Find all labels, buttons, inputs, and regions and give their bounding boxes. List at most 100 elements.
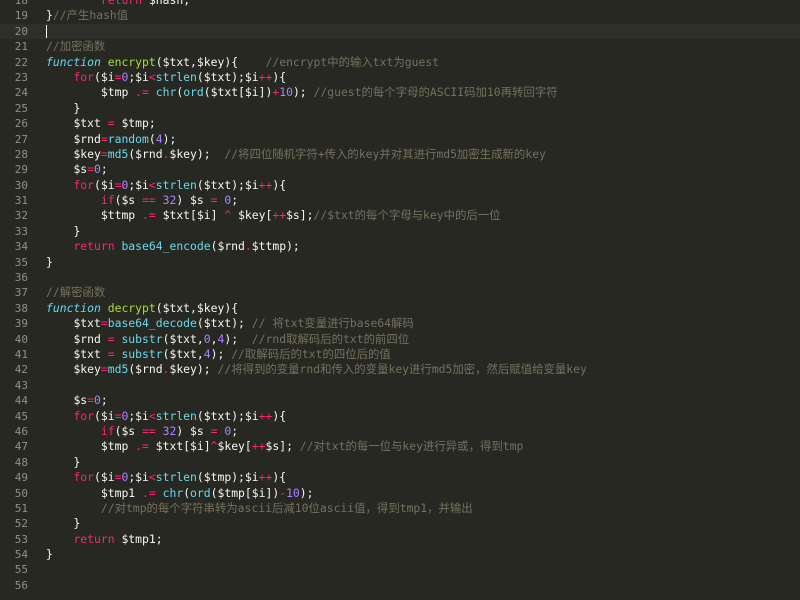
- line-code: $txt = $tmp;: [46, 116, 155, 131]
- code-line[interactable]: 26 $txt = $tmp;: [0, 116, 800, 131]
- code-token: $txt: [162, 300, 191, 315]
- code-line[interactable]: 29 $s=0;: [0, 162, 800, 177]
- code-token: (: [148, 131, 156, 146]
- code-token: ){: [272, 69, 287, 84]
- code-token: ;: [231, 423, 239, 438]
- code-line[interactable]: 38 function decrypt($txt,$key){: [0, 301, 800, 316]
- code-line[interactable]: 32 $ttmp .= $txt[$i] ^ $key[++$s];//$txt…: [0, 208, 800, 223]
- line-number: 18: [14, 0, 28, 7]
- code-line[interactable]: 39 $txt=base64_decode($txt); // 将txt变量进行…: [0, 316, 800, 331]
- code-token: function: [46, 300, 101, 315]
- line-number: 22: [14, 55, 28, 69]
- code-token: $txt: [203, 177, 232, 192]
- code-line[interactable]: 45 for($i=0;$i<strlen($txt);$i++){: [0, 409, 800, 424]
- line-number: 44: [14, 394, 28, 408]
- code-line[interactable]: 46 if($s == 32) $s = 0;: [0, 424, 800, 439]
- code-token: [: [238, 85, 245, 100]
- code-line[interactable]: 41 $txt = substr($txt,4); //取解码后的txt的四位后…: [0, 347, 800, 362]
- code-token: chr: [162, 485, 184, 500]
- line-number: 41: [14, 347, 28, 361]
- code-line[interactable]: 40 $rnd = substr($txt,0,4); //rnd取解码后的tx…: [0, 332, 800, 347]
- code-line[interactable]: 48 }: [0, 455, 800, 470]
- code-line[interactable]: 42 $key=md5($rnd.$key); //将得到的变量rnd和传入的变…: [0, 362, 800, 377]
- code-token: $i: [135, 69, 149, 84]
- code-line[interactable]: 20: [0, 23, 800, 40]
- code-line[interactable]: 54}: [0, 547, 800, 562]
- code-line[interactable]: 25 }: [0, 101, 800, 116]
- code-token: 4: [203, 346, 211, 361]
- code-token: (: [94, 69, 101, 84]
- code-token: }: [73, 100, 81, 115]
- line-code: }: [46, 224, 80, 239]
- code-editor[interactable]: 18 return $hash; 19}//产生hash值 20 21//加密函数 22…: [0, 0, 800, 600]
- line-number: 25: [14, 101, 28, 115]
- code-token: 0: [94, 162, 101, 177]
- code-line[interactable]: 51 //对tmp的每个字符串转为ascii后减10位ascii值，得到tmp1…: [0, 501, 800, 516]
- line-code: }: [46, 101, 80, 116]
- code-token: $ttmp: [100, 208, 136, 223]
- code-token: $key: [217, 439, 245, 454]
- code-token: ;: [155, 531, 163, 546]
- code-token: return: [73, 239, 115, 254]
- code-token: ord: [183, 85, 204, 100]
- code-line[interactable]: 31 if($s == 32) $s = 0;: [0, 193, 800, 208]
- code-token: random: [107, 131, 149, 146]
- code-line[interactable]: 37 //解密函数: [0, 285, 800, 300]
- code-token: ++: [258, 408, 273, 423]
- code-line[interactable]: 44 $s=0;: [0, 393, 800, 408]
- code-token: strlen: [155, 470, 197, 485]
- code-line[interactable]: 23 for($i=0;$i<strlen($txt);$i++){: [0, 70, 800, 85]
- code-line[interactable]: 30 for($i=0;$i<strlen($txt);$i++){: [0, 178, 800, 193]
- code-token: .=: [135, 439, 149, 454]
- code-line[interactable]: 24 $tmp .= chr(ord($txt[$i])+10); //gues…: [0, 85, 800, 100]
- line-code: //对tmp的每个字符串转为ascii后减10位ascii值，得到tmp1，并输…: [46, 501, 473, 516]
- code-line[interactable]: 43: [0, 378, 800, 393]
- line-number: 28: [14, 147, 28, 161]
- line-code: $s=0;: [46, 393, 107, 408]
- code-token: $rnd: [73, 331, 101, 346]
- code-line[interactable]: 19}//产生hash值: [0, 8, 800, 23]
- code-line[interactable]: 50 $tmp1 .= chr(ord($tmp[$i])-10);: [0, 486, 800, 501]
- line-code: $tmp .= $txt[$i]^$key[++$s]; //对txt的每一位与…: [46, 439, 523, 454]
- line-code: }: [46, 455, 80, 470]
- code-line[interactable]: 52 }: [0, 516, 800, 531]
- code-line[interactable]: 18 return $hash;: [0, 0, 800, 8]
- code-token: $txt: [73, 346, 101, 361]
- code-token: .=: [142, 208, 156, 223]
- line-number: 34: [14, 240, 28, 254]
- code-line[interactable]: 22 function encrypt($txt,$key){ //encrypt…: [0, 55, 800, 70]
- code-token: $txt: [203, 69, 232, 84]
- code-token: $s: [286, 208, 300, 223]
- code-token: for: [73, 69, 95, 84]
- line-number: 53: [14, 532, 28, 546]
- code-line[interactable]: 55: [0, 562, 800, 577]
- code-line[interactable]: 21 //加密函数: [0, 39, 800, 54]
- code-line[interactable]: 28 $key=md5($rnd.$key); //将四位随机字符+传入的key…: [0, 147, 800, 162]
- code-line[interactable]: 36: [0, 270, 800, 285]
- code-line[interactable]: 47 $tmp .= $txt[$i]^$key[++$s]; //对txt的每…: [0, 439, 800, 454]
- code-line[interactable]: 53 return $tmp1;: [0, 532, 800, 547]
- code-token: substr: [121, 331, 163, 346]
- code-token: ++: [258, 69, 273, 84]
- code-token: ord: [190, 485, 211, 500]
- code-line[interactable]: 35}: [0, 255, 800, 270]
- line-code: $key=md5($rnd.$key); //将四位随机字符+传入的key并对其…: [46, 147, 545, 162]
- code-line[interactable]: 49 for($i=0;$i<strlen($tmp);$i++){: [0, 470, 800, 485]
- code-token: (: [94, 408, 101, 423]
- code-token: .=: [142, 485, 156, 500]
- code-token: );: [196, 362, 211, 377]
- code-line[interactable]: 27 $rnd=random(4);: [0, 132, 800, 147]
- code-line[interactable]: 33 }: [0, 224, 800, 239]
- code-line[interactable]: 34 return base64_encode($rnd.$ttmp);: [0, 239, 800, 254]
- code-line[interactable]: 56: [0, 578, 800, 593]
